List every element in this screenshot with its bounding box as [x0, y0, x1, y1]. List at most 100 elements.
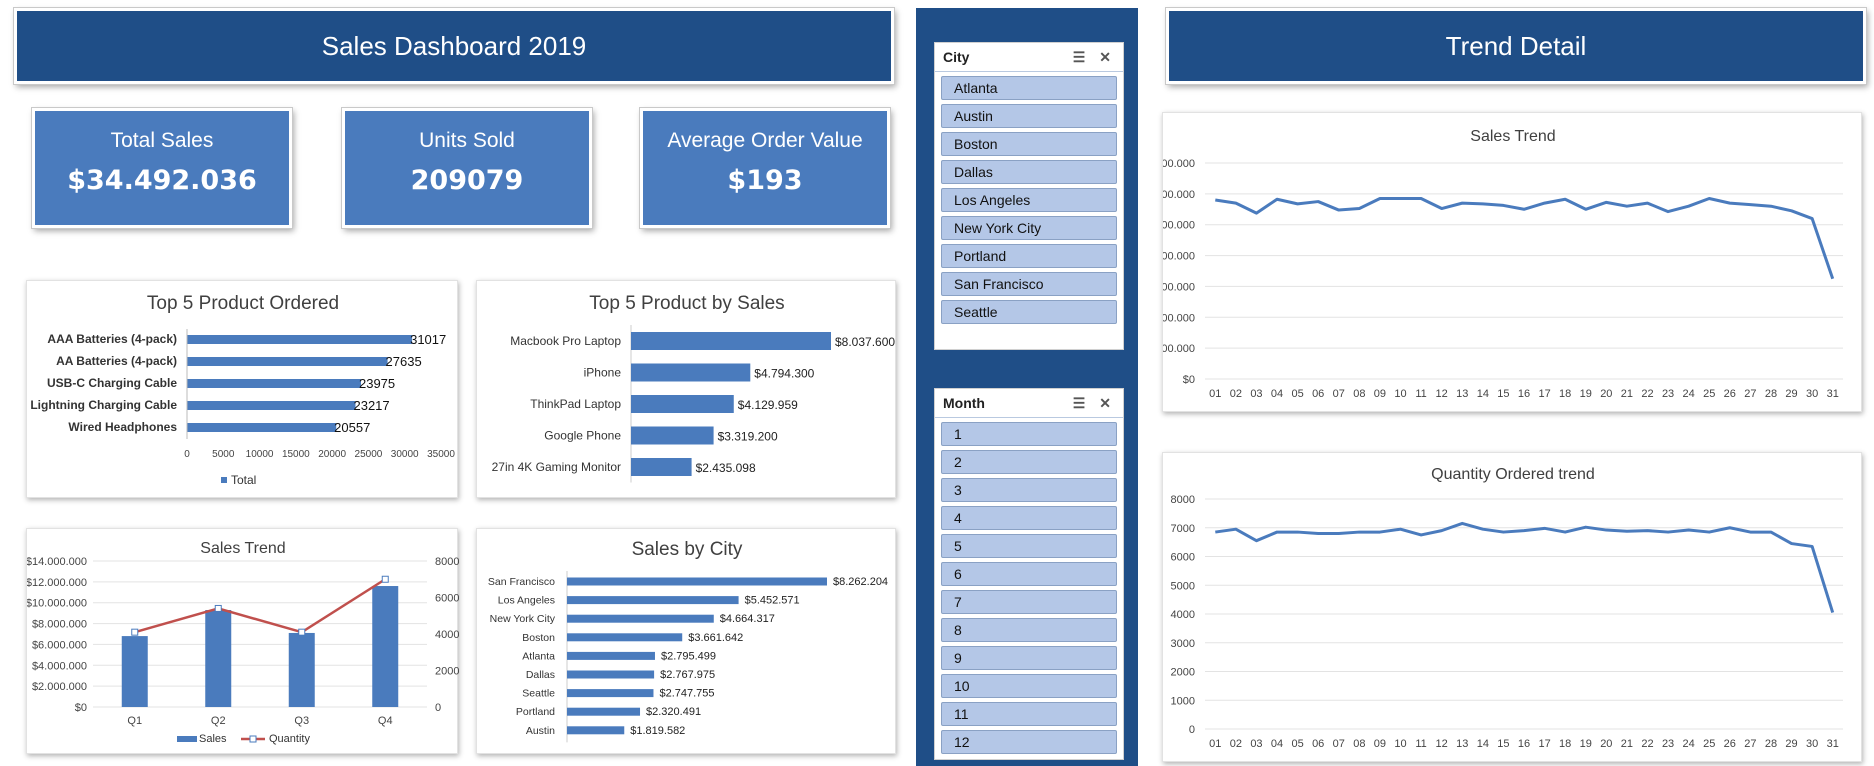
tick-label: 28 [1765, 388, 1777, 400]
city-slicer-item[interactable]: Austin [941, 104, 1117, 128]
tick-label: 10 [1394, 388, 1406, 400]
month-slicer-item[interactable]: 8 [941, 618, 1117, 642]
tick-label: $2.000.000 [32, 681, 87, 693]
kpi-total-sales[interactable]: Total Sales $34.492.036 [31, 107, 293, 229]
tick-label: 35000 [427, 449, 455, 460]
bar [631, 332, 831, 350]
tick-label: 80000 [435, 556, 459, 568]
bar [372, 586, 399, 707]
category-label: 27in 4K Gaming Monitor [492, 460, 621, 474]
tick-label: 08 [1353, 388, 1365, 400]
tick-label: $4.000.000 [32, 660, 87, 672]
city-slicer-item[interactable]: Portland [941, 244, 1117, 268]
month-slicer-item[interactable]: 12 [941, 730, 1117, 754]
bar [187, 423, 337, 432]
month-slicer-item[interactable]: 1 [941, 422, 1117, 446]
month-slicer-item[interactable]: 2 [941, 450, 1117, 474]
city-slicer-items: Atlanta Austin Boston Dallas Los Angeles New … [935, 76, 1123, 324]
city-slicer-item[interactable]: Atlanta [941, 76, 1117, 100]
trend-detail-banner: Trend Detail [1165, 7, 1867, 85]
month-slicer[interactable]: Month ☰ ✕ 1 2 3 4 5 6 7 8 9 10 11 12 [934, 388, 1124, 760]
bar [631, 426, 714, 445]
chart-title: Sales Trend [200, 540, 285, 557]
month-slicer-item[interactable]: 3 [941, 478, 1117, 502]
tick-label: 11 [1415, 388, 1426, 400]
city-slicer-item[interactable]: New York City [941, 216, 1117, 240]
tick-label: 5000 [212, 449, 235, 460]
category-label: iPhone [584, 366, 622, 380]
tick-label: 17 [1538, 738, 1550, 750]
top-product-sales-card[interactable]: Top 5 Product by Sales Macbook Pro Laptop… [476, 280, 896, 498]
city-slicer-item[interactable]: Dallas [941, 160, 1117, 184]
tick-label: 0 [184, 449, 190, 460]
tick-label: 8000 [1171, 494, 1195, 506]
quarter-sales-trend-card[interactable]: Sales Trend $0 $2.000.000 $4.000.000 $6.000.… [26, 528, 459, 754]
city-slicer-item[interactable]: San Francisco [941, 272, 1117, 296]
data-label: $2.795.499 [661, 650, 716, 662]
sales-by-city-card[interactable]: Sales by City San Francisco $8.262.204 Los … [476, 528, 896, 754]
month-slicer-item[interactable]: 4 [941, 506, 1117, 530]
tick-label: 4000 [1171, 609, 1195, 621]
data-label: 31017 [410, 332, 446, 347]
daily-sales-trend-card[interactable]: Sales Trend $0 $200.000 $400.000 $600.000 $80… [1162, 112, 1862, 412]
tick-label: 40000 [435, 629, 459, 641]
daily-sales-trend-chart: Sales Trend $0 $200.000 $400.000 $600.000 $80… [1163, 128, 1843, 400]
tick-label: 01 [1209, 388, 1221, 400]
tick-label: $8.000.000 [32, 619, 87, 631]
tick-label: 3000 [1171, 638, 1195, 650]
city-slicer[interactable]: City ☰ ✕ Atlanta Austin Boston Dallas Los An… [934, 42, 1124, 350]
tick-label: 14 [1477, 388, 1489, 400]
legend-label: Quantity [269, 733, 310, 745]
month-slicer-item[interactable]: 5 [941, 534, 1117, 558]
tick-label: 15 [1497, 738, 1509, 750]
tick-label: 29 [1785, 388, 1797, 400]
chart-title: Top 5 Product Ordered [147, 293, 339, 314]
sales-by-city-chart: Sales by City San Francisco $8.262.204 Los … [488, 539, 888, 743]
bar [631, 458, 692, 476]
tick-label: 30 [1806, 738, 1818, 750]
tick-label: $800.000 [1163, 251, 1195, 263]
month-slicer-item[interactable]: 11 [941, 702, 1117, 726]
tick-label: 18 [1559, 738, 1571, 750]
multi-select-icon[interactable]: ☰ [1073, 395, 1086, 412]
month-slicer-item[interactable]: 9 [941, 646, 1117, 670]
city-slicer-item[interactable]: Boston [941, 132, 1117, 156]
city-slicer-item[interactable]: Los Angeles [941, 188, 1117, 212]
clear-filter-icon[interactable]: ✕ [1099, 395, 1111, 412]
tick-label: 03 [1250, 388, 1262, 400]
multi-select-icon[interactable]: ☰ [1073, 49, 1086, 66]
daily-quantity-trend-card[interactable]: Quantity Ordered trend 0 1000 2000 3000 4000 5… [1162, 452, 1862, 762]
tick-label: 10000 [246, 449, 274, 460]
bar [567, 670, 655, 679]
tick-label: 29 [1785, 738, 1797, 750]
data-label: $2.767.975 [660, 669, 715, 681]
tick-label: 19 [1580, 738, 1592, 750]
city-slicer-item[interactable]: Seattle [941, 300, 1117, 324]
tick-label: 02 [1230, 738, 1242, 750]
month-slicer-item[interactable]: 6 [941, 562, 1117, 586]
city-slicer-title: City [943, 49, 970, 65]
kpi-label: Total Sales [110, 129, 214, 152]
tick-label: $12.000.000 [27, 577, 87, 589]
tick-label: 23 [1662, 388, 1674, 400]
tick-label: 15000 [282, 449, 310, 460]
legend-marker [249, 735, 257, 743]
tick-label: 19 [1580, 388, 1592, 400]
clear-filter-icon[interactable]: ✕ [1099, 49, 1111, 66]
tick-label: 16 [1518, 738, 1530, 750]
data-label: 23217 [353, 398, 389, 413]
top-product-sales-chart: Top 5 Product by Sales Macbook Pro Laptop… [492, 293, 895, 483]
tick-label: 28 [1765, 738, 1777, 750]
month-slicer-item[interactable]: 7 [941, 590, 1117, 614]
month-slicer-item[interactable]: 10 [941, 674, 1117, 698]
tick-label: 12 [1436, 388, 1448, 400]
top-product-ordered-card[interactable]: Top 5 Product Ordered AAA Batteries (4-pa… [26, 280, 458, 498]
quarter-sales-trend-chart: Sales Trend $0 $2.000.000 $4.000.000 $6.000.… [27, 540, 459, 745]
data-label: $1.819.582 [630, 725, 685, 737]
kpi-units-sold[interactable]: Units Sold 209079 [341, 107, 593, 229]
kpi-average-order-value[interactable]: Average Order Value $193 [639, 107, 891, 229]
tick-label: Q1 [127, 715, 142, 727]
tick-label: 11 [1415, 738, 1426, 750]
tick-label: 6000 [1171, 552, 1195, 564]
city-slicer-header: City ☰ ✕ [935, 43, 1123, 72]
